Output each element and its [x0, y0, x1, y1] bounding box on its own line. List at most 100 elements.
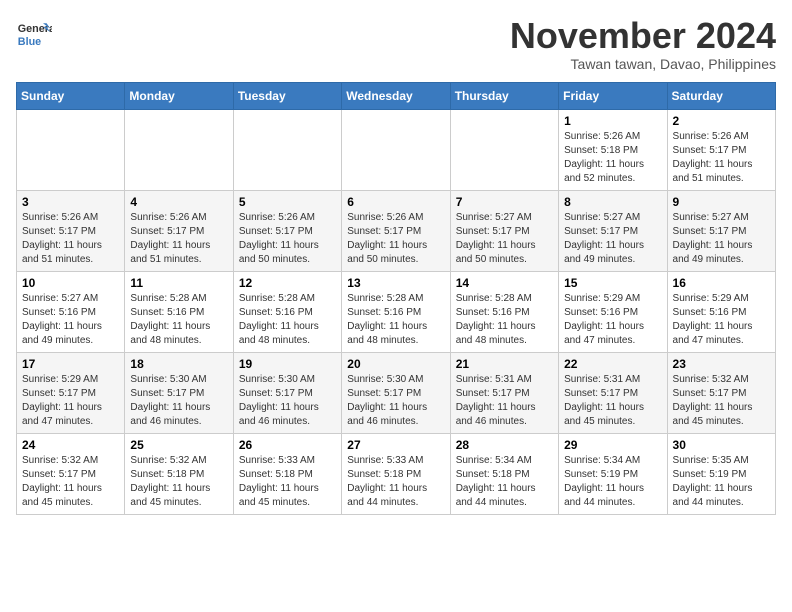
weekday-header-row: SundayMondayTuesdayWednesdayThursdayFrid… [17, 82, 776, 109]
title-area: November 2024 Tawan tawan, Davao, Philip… [510, 16, 776, 72]
day-number: 12 [239, 276, 336, 290]
calendar-cell: 9 Sunrise: 5:27 AM Sunset: 5:17 PM Daylig… [667, 190, 775, 271]
calendar-cell: 6 Sunrise: 5:26 AM Sunset: 5:17 PM Daylig… [342, 190, 450, 271]
day-info: Sunrise: 5:28 AM Sunset: 5:16 PM Dayligh… [130, 292, 227, 348]
weekday-header-friday: Friday [559, 82, 667, 109]
day-number: 17 [22, 357, 119, 371]
day-info: Sunrise: 5:27 AM Sunset: 5:16 PM Dayligh… [22, 292, 119, 348]
day-info: Sunrise: 5:27 AM Sunset: 5:17 PM Dayligh… [673, 211, 770, 267]
calendar-cell: 28 Sunrise: 5:34 AM Sunset: 5:18 PM Dayli… [450, 433, 558, 514]
day-info: Sunrise: 5:26 AM Sunset: 5:17 PM Dayligh… [239, 211, 336, 267]
day-info: Sunrise: 5:27 AM Sunset: 5:17 PM Dayligh… [456, 211, 553, 267]
day-info: Sunrise: 5:34 AM Sunset: 5:18 PM Dayligh… [456, 454, 553, 510]
day-number: 3 [22, 195, 119, 209]
calendar-cell: 18 Sunrise: 5:30 AM Sunset: 5:17 PM Dayli… [125, 352, 233, 433]
weekday-header-sunday: Sunday [17, 82, 125, 109]
calendar-cell: 16Sunrise: 5:29 AM Sunset: 5:16 PM Dayli… [667, 271, 775, 352]
calendar-cell: 25Sunrise: 5:32 AM Sunset: 5:18 PM Dayli… [125, 433, 233, 514]
day-info: Sunrise: 5:26 AM Sunset: 5:17 PM Dayligh… [347, 211, 444, 267]
day-info: Sunrise: 5:30 AM Sunset: 5:17 PM Dayligh… [239, 373, 336, 429]
day-info: Sunrise: 5:29 AM Sunset: 5:17 PM Dayligh… [22, 373, 119, 429]
day-info: Sunrise: 5:26 AM Sunset: 5:17 PM Dayligh… [22, 211, 119, 267]
calendar-cell: 30 Sunrise: 5:35 AM Sunset: 5:19 PM Dayli… [667, 433, 775, 514]
day-number: 25 [130, 438, 227, 452]
day-info: Sunrise: 5:26 AM Sunset: 5:18 PM Dayligh… [564, 130, 661, 186]
day-number: 16 [673, 276, 770, 290]
day-number: 30 [673, 438, 770, 452]
calendar-cell: 3 Sunrise: 5:26 AM Sunset: 5:17 PM Daylig… [17, 190, 125, 271]
day-number: 21 [456, 357, 553, 371]
week-row-5: 24 Sunrise: 5:32 AM Sunset: 5:17 PM Dayli… [17, 433, 776, 514]
calendar-cell: 4 Sunrise: 5:26 AM Sunset: 5:17 PM Daylig… [125, 190, 233, 271]
day-number: 10 [22, 276, 119, 290]
day-number: 22 [564, 357, 661, 371]
week-row-2: 3 Sunrise: 5:26 AM Sunset: 5:17 PM Daylig… [17, 190, 776, 271]
calendar-cell: 14 Sunrise: 5:28 AM Sunset: 5:16 PM Dayli… [450, 271, 558, 352]
calendar-cell: 11 Sunrise: 5:28 AM Sunset: 5:16 PM Dayli… [125, 271, 233, 352]
calendar-cell: 15Sunrise: 5:29 AM Sunset: 5:16 PM Dayli… [559, 271, 667, 352]
day-number: 23 [673, 357, 770, 371]
day-info: Sunrise: 5:28 AM Sunset: 5:16 PM Dayligh… [347, 292, 444, 348]
calendar-cell: 22 Sunrise: 5:31 AM Sunset: 5:17 PM Dayli… [559, 352, 667, 433]
day-number: 6 [347, 195, 444, 209]
day-number: 1 [564, 114, 661, 128]
day-number: 13 [347, 276, 444, 290]
day-info: Sunrise: 5:33 AM Sunset: 5:18 PM Dayligh… [347, 454, 444, 510]
day-number: 9 [673, 195, 770, 209]
logo: General Blue [16, 16, 52, 52]
day-info: Sunrise: 5:35 AM Sunset: 5:19 PM Dayligh… [673, 454, 770, 510]
calendar-cell: 20 Sunrise: 5:30 AM Sunset: 5:17 PM Dayli… [342, 352, 450, 433]
calendar-cell: 8Sunrise: 5:27 AM Sunset: 5:17 PM Daylig… [559, 190, 667, 271]
location: Tawan tawan, Davao, Philippines [510, 56, 776, 72]
calendar-cell: 21 Sunrise: 5:31 AM Sunset: 5:17 PM Dayli… [450, 352, 558, 433]
day-info: Sunrise: 5:28 AM Sunset: 5:16 PM Dayligh… [456, 292, 553, 348]
page-header: General Blue November 2024 Tawan tawan, … [16, 16, 776, 72]
day-number: 5 [239, 195, 336, 209]
month-title: November 2024 [510, 16, 776, 56]
day-info: Sunrise: 5:28 AM Sunset: 5:16 PM Dayligh… [239, 292, 336, 348]
calendar-cell [342, 109, 450, 190]
day-number: 20 [347, 357, 444, 371]
day-number: 18 [130, 357, 227, 371]
day-info: Sunrise: 5:32 AM Sunset: 5:17 PM Dayligh… [22, 454, 119, 510]
day-info: Sunrise: 5:26 AM Sunset: 5:17 PM Dayligh… [130, 211, 227, 267]
weekday-header-saturday: Saturday [667, 82, 775, 109]
day-number: 7 [456, 195, 553, 209]
calendar-cell: 24 Sunrise: 5:32 AM Sunset: 5:17 PM Dayli… [17, 433, 125, 514]
logo-icon: General Blue [16, 16, 52, 52]
day-number: 27 [347, 438, 444, 452]
day-number: 8 [564, 195, 661, 209]
calendar-cell: 23 Sunrise: 5:32 AM Sunset: 5:17 PM Dayli… [667, 352, 775, 433]
day-number: 4 [130, 195, 227, 209]
calendar-cell: 27 Sunrise: 5:33 AM Sunset: 5:18 PM Dayli… [342, 433, 450, 514]
day-number: 2 [673, 114, 770, 128]
weekday-header-wednesday: Wednesday [342, 82, 450, 109]
calendar-cell: 26Sunrise: 5:33 AM Sunset: 5:18 PM Dayli… [233, 433, 341, 514]
day-number: 28 [456, 438, 553, 452]
calendar-cell [17, 109, 125, 190]
day-number: 26 [239, 438, 336, 452]
calendar-cell: 19 Sunrise: 5:30 AM Sunset: 5:17 PM Dayli… [233, 352, 341, 433]
weekday-header-monday: Monday [125, 82, 233, 109]
calendar-cell [233, 109, 341, 190]
day-info: Sunrise: 5:31 AM Sunset: 5:17 PM Dayligh… [456, 373, 553, 429]
day-number: 24 [22, 438, 119, 452]
calendar-cell: 10 Sunrise: 5:27 AM Sunset: 5:16 PM Dayli… [17, 271, 125, 352]
day-number: 29 [564, 438, 661, 452]
day-info: Sunrise: 5:30 AM Sunset: 5:17 PM Dayligh… [130, 373, 227, 429]
day-info: Sunrise: 5:32 AM Sunset: 5:17 PM Dayligh… [673, 373, 770, 429]
day-number: 14 [456, 276, 553, 290]
calendar-cell: 1 Sunrise: 5:26 AM Sunset: 5:18 PM Daylig… [559, 109, 667, 190]
week-row-3: 10 Sunrise: 5:27 AM Sunset: 5:16 PM Dayli… [17, 271, 776, 352]
day-info: Sunrise: 5:31 AM Sunset: 5:17 PM Dayligh… [564, 373, 661, 429]
calendar-cell [450, 109, 558, 190]
weekday-header-tuesday: Tuesday [233, 82, 341, 109]
day-info: Sunrise: 5:30 AM Sunset: 5:17 PM Dayligh… [347, 373, 444, 429]
svg-text:Blue: Blue [18, 36, 41, 48]
calendar-table: SundayMondayTuesdayWednesdayThursdayFrid… [16, 82, 776, 515]
day-number: 19 [239, 357, 336, 371]
calendar-cell: 12 Sunrise: 5:28 AM Sunset: 5:16 PM Dayli… [233, 271, 341, 352]
calendar-cell: 13 Sunrise: 5:28 AM Sunset: 5:16 PM Dayli… [342, 271, 450, 352]
day-number: 11 [130, 276, 227, 290]
calendar-cell: 7 Sunrise: 5:27 AM Sunset: 5:17 PM Daylig… [450, 190, 558, 271]
